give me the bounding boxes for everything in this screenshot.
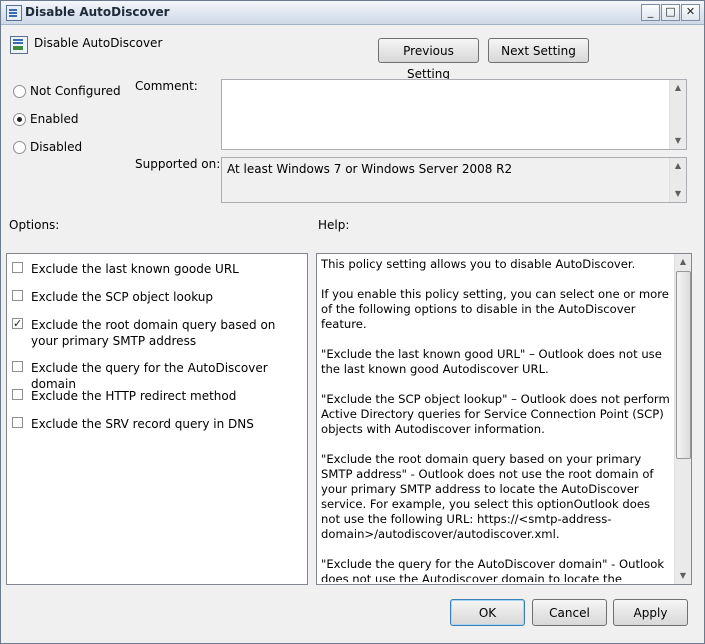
maximize-icon[interactable]: □: [661, 4, 680, 21]
checkbox[interactable]: [12, 262, 23, 273]
radio-label: Enabled: [30, 112, 79, 126]
supported-on-value: At least Windows 7 or Windows Server 200…: [227, 162, 513, 176]
checkbox[interactable]: [12, 361, 23, 372]
radio-label: Disabled: [30, 140, 83, 154]
close-icon[interactable]: ✕: [681, 4, 700, 21]
title-bar[interactable]: Disable AutoDiscover _ □ ✕: [1, 1, 704, 25]
scroll-up-icon[interactable]: ▲: [670, 158, 686, 174]
cancel-button[interactable]: Cancel: [532, 599, 607, 626]
option-label: Exclude the SRV record query in DNS: [31, 417, 254, 431]
checkbox[interactable]: [12, 417, 23, 428]
policy-icon: [6, 5, 22, 21]
option-label: Exclude the SCP object lookup: [31, 290, 213, 304]
window-title: Disable AutoDiscover: [25, 5, 170, 19]
comment-label: Comment:: [135, 79, 198, 93]
supported-on-label: Supported on:: [135, 157, 221, 171]
minimize-icon[interactable]: _: [641, 4, 660, 21]
help-label: Help:: [318, 218, 350, 232]
policy-name: Disable AutoDiscover: [34, 36, 163, 50]
radio-enabled-icon[interactable]: [13, 113, 26, 126]
option-item[interactable]: Exclude the SCP object lookup: [12, 289, 303, 305]
comment-field[interactable]: ▲ ▼: [221, 79, 687, 150]
radio-disabled-icon[interactable]: [13, 141, 26, 154]
option-label: Exclude the root domain query based on y…: [31, 318, 276, 348]
help-paragraph: This policy setting allows you to disabl…: [321, 257, 636, 271]
option-item[interactable]: Exclude the SRV record query in DNS: [12, 416, 303, 432]
scroll-down-icon[interactable]: ▼: [670, 133, 686, 149]
help-paragraph: "Exclude the SCP object lookup" – Outloo…: [321, 392, 670, 436]
policy-dialog: Disable AutoDiscover _ □ ✕ Disable AutoD…: [0, 0, 705, 644]
apply-button[interactable]: Apply: [613, 599, 688, 626]
help-text: This policy setting allows you to disabl…: [321, 257, 671, 582]
radio-label: Not Configured: [30, 84, 121, 98]
previous-setting-button[interactable]: Previous Setting: [378, 38, 479, 81]
help-panel: This policy setting allows you to disabl…: [316, 253, 692, 585]
option-label: Exclude the HTTP redirect method: [31, 389, 237, 403]
options-label: Options:: [9, 218, 60, 232]
scroll-up-icon[interactable]: ▲: [670, 80, 686, 96]
checkbox[interactable]: [12, 290, 23, 301]
help-paragraph: If you enable this policy setting, you c…: [321, 287, 669, 331]
option-label: Exclude the last known goode URL: [31, 262, 239, 276]
options-panel: Exclude the last known goode URL Exclude…: [6, 253, 308, 585]
scrollbar-thumb[interactable]: [676, 271, 691, 459]
option-item[interactable]: Exclude the HTTP redirect method: [12, 388, 303, 404]
help-paragraph: "Exclude the query for the AutoDiscover …: [321, 557, 665, 582]
help-paragraph: "Exclude the last known good URL" – Outl…: [321, 347, 662, 376]
policy-setting-icon: [10, 36, 28, 54]
scroll-down-icon[interactable]: ▼: [670, 186, 686, 202]
comment-scrollbar[interactable]: ▲ ▼: [669, 80, 686, 149]
option-item[interactable]: Exclude the last known goode URL: [12, 261, 303, 277]
help-scrollbar[interactable]: ▲ ▼: [674, 254, 691, 584]
checkbox-checked[interactable]: [12, 316, 23, 332]
radio-not-configured-icon[interactable]: [13, 85, 26, 98]
option-item[interactable]: Exclude the root domain query based on y…: [12, 316, 303, 349]
checkbox[interactable]: [12, 389, 23, 400]
help-paragraph: "Exclude the root domain query based on …: [321, 452, 654, 541]
supported-scrollbar[interactable]: ▲ ▼: [669, 158, 686, 202]
ok-button[interactable]: OK: [450, 599, 525, 626]
next-setting-button[interactable]: Next Setting: [488, 38, 589, 63]
scroll-up-icon[interactable]: ▲: [675, 254, 691, 270]
supported-on-field: At least Windows 7 or Windows Server 200…: [221, 157, 687, 203]
scroll-down-icon[interactable]: ▼: [675, 568, 691, 584]
